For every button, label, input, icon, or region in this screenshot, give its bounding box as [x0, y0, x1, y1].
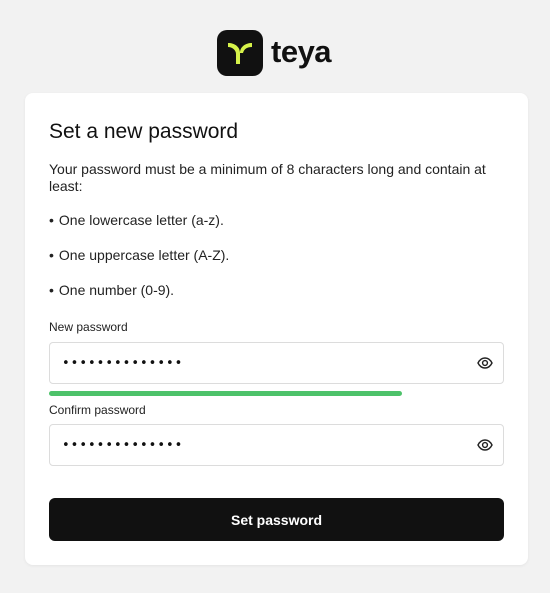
teya-logo-icon [217, 30, 263, 76]
requirement-number: • One number (0-9). [49, 282, 174, 299]
eye-icon[interactable] [477, 437, 493, 453]
page-title: Set a new password [49, 120, 239, 143]
requirement-text: One number (0-9). [58, 282, 175, 298]
new-password-label: New password [49, 320, 128, 334]
confirm-password-label: Confirm password [49, 403, 146, 417]
password-requirements-description: Your password must be a minimum of 8 cha… [49, 161, 486, 194]
bullet: • [49, 247, 54, 263]
confirm-password-input[interactable] [62, 425, 462, 465]
set-password-card: Set a new password Your password must be… [25, 93, 528, 565]
requirement-text: One uppercase letter (A-Z). [58, 247, 230, 263]
password-strength-bar [49, 391, 403, 396]
bullet: • [49, 212, 54, 228]
requirement-text: One lowercase letter (a-z). [58, 212, 224, 228]
brand-name: teya [271, 33, 332, 69]
new-password-field [49, 342, 504, 384]
requirement-lowercase: • One lowercase letter (a-z). [49, 212, 224, 229]
requirement-uppercase: • One uppercase letter (A-Z). [49, 247, 229, 264]
teya-logo: teya [217, 29, 332, 77]
new-password-input[interactable] [62, 343, 462, 383]
set-password-button[interactable]: Set password [49, 498, 504, 541]
confirm-password-field [49, 424, 504, 466]
eye-icon[interactable] [477, 355, 493, 371]
bullet: • [49, 282, 54, 298]
